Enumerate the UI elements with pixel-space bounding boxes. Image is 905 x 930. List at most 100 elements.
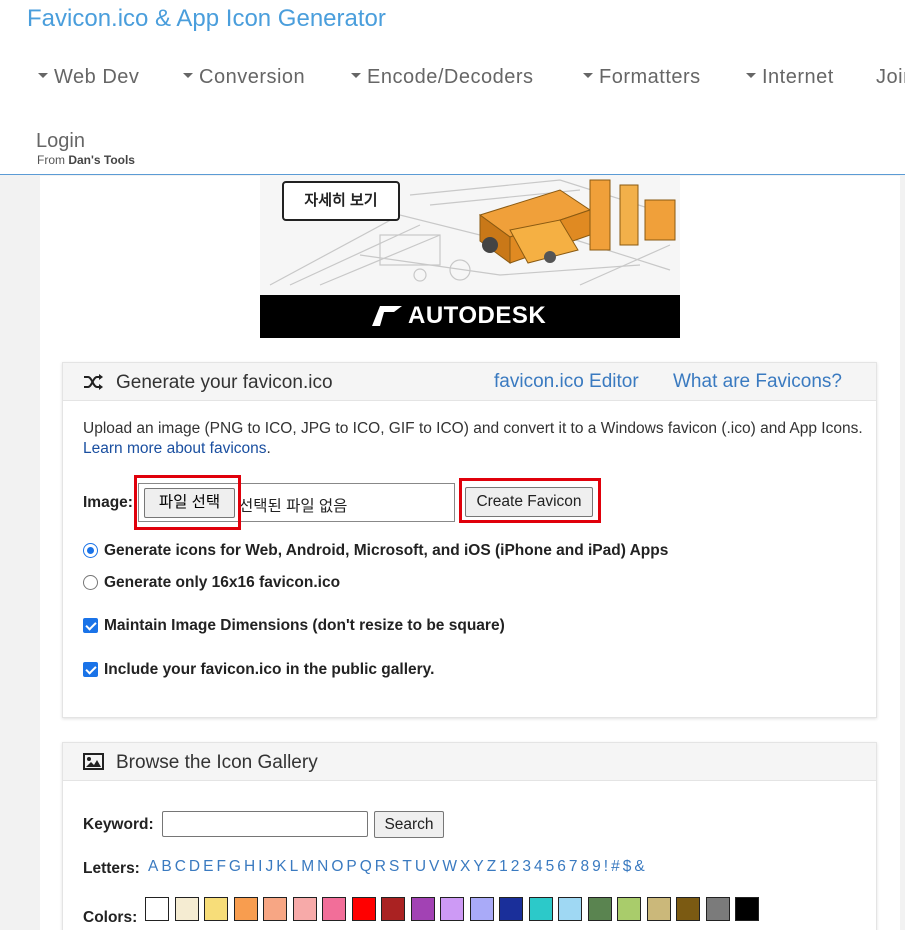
ad-cta-button[interactable]: 자세히 보기 [282, 181, 400, 221]
color-swatch[interactable] [174, 897, 199, 921]
letter-link[interactable]: K [276, 858, 286, 875]
letter-link[interactable]: G [229, 858, 241, 875]
radio-16x16-only[interactable] [83, 575, 98, 590]
file-status-text: 선택된 파일 없음 [239, 498, 348, 515]
nav-label: Formatters [599, 66, 701, 88]
radio-all-icons[interactable] [83, 543, 98, 558]
site-title[interactable]: Favicon.ico & App Icon Generator [27, 5, 386, 33]
from-brand[interactable]: Dan's Tools [68, 153, 135, 167]
nav-internet[interactable]: Internet [746, 66, 834, 89]
letter-link[interactable]: & [634, 858, 644, 875]
keyword-input[interactable] [162, 811, 368, 837]
keyword-label: Keyword: [83, 816, 154, 833]
letter-link[interactable]: ! [604, 858, 608, 875]
generate-panel-header: Generate your favicon.ico favicon.ico Ed… [63, 363, 876, 401]
favicon-editor-link[interactable]: favicon.ico Editor [494, 371, 639, 393]
nav-web-dev[interactable]: Web Dev [38, 66, 139, 89]
color-swatch[interactable] [676, 897, 700, 921]
choose-file-button[interactable]: 파일 선택 [144, 488, 235, 518]
color-swatch[interactable] [617, 897, 641, 921]
letter-link[interactable]: O [331, 858, 343, 875]
color-swatch[interactable] [145, 897, 169, 921]
letter-link[interactable]: Q [360, 858, 372, 875]
letter-link[interactable]: X [460, 858, 470, 875]
learn-more-link[interactable]: Learn more about favicons [83, 440, 267, 457]
description-text: Upload an image (PNG to ICO, JPG to ICO,… [83, 420, 863, 437]
search-button[interactable]: Search [374, 811, 444, 838]
color-swatch[interactable] [263, 897, 287, 921]
letter-link[interactable]: A [148, 858, 158, 875]
color-swatch[interactable] [410, 897, 435, 921]
option-label: Maintain Image Dimensions (don't resize … [104, 617, 505, 634]
letter-link[interactable]: 4 [534, 858, 543, 875]
nav-encode-decoders[interactable]: Encode/Decoders [351, 66, 533, 89]
letter-link[interactable]: U [415, 858, 426, 875]
color-swatch[interactable] [528, 897, 553, 921]
color-swatch[interactable] [233, 897, 258, 921]
color-swatch[interactable] [735, 897, 759, 921]
letter-link[interactable]: N [317, 858, 328, 875]
letter-links: A B C D E F G H I J K L M N O P Q R S T U V W X Y Z 1 2 3 4 5 6 7 8 9! # $ & [148, 858, 648, 876]
what-are-favicons-link[interactable]: What are Favicons? [673, 371, 842, 393]
from-line: From Dan's Tools [37, 153, 135, 167]
letter-link[interactable]: W [442, 858, 457, 875]
letter-link[interactable]: 9 [592, 858, 601, 875]
nav-join[interactable]: Join [876, 66, 905, 89]
ad-brand-bar: AUTODESK [260, 295, 680, 338]
letter-link[interactable]: 8 [581, 858, 590, 875]
color-swatch[interactable] [292, 897, 317, 921]
color-swatch[interactable] [440, 897, 464, 921]
autodesk-ad[interactable]: 자세히 보기 AUTODESK [260, 175, 680, 338]
color-swatch[interactable] [587, 897, 612, 921]
image-icon [83, 753, 104, 770]
color-swatch[interactable] [705, 897, 730, 921]
letter-link[interactable]: C [175, 858, 186, 875]
letter-link[interactable]: I [258, 858, 262, 875]
caret-down-icon [183, 73, 193, 79]
color-swatch[interactable] [322, 897, 346, 921]
letter-link[interactable]: V [429, 858, 439, 875]
letter-link[interactable]: Z [487, 858, 496, 875]
nav-formatters[interactable]: Formatters [583, 66, 701, 89]
letter-link[interactable]: M [301, 858, 314, 875]
nav-conversion[interactable]: Conversion [183, 66, 305, 89]
login-link[interactable]: Login [36, 130, 85, 153]
create-favicon-button[interactable]: Create Favicon [465, 487, 593, 517]
letter-link[interactable]: S [389, 858, 399, 875]
ad-brand-text: AUTODESK [408, 302, 547, 329]
checkbox-maintain-dimensions[interactable] [83, 618, 98, 633]
letter-link[interactable]: E [203, 858, 213, 875]
color-swatch[interactable] [381, 897, 405, 921]
color-swatch[interactable] [499, 897, 523, 921]
letter-link[interactable]: 7 [569, 858, 578, 875]
caret-down-icon [38, 73, 48, 79]
option-label: Generate only 16x16 favicon.ico [104, 574, 341, 591]
letter-link[interactable]: 6 [557, 858, 566, 875]
generate-panel-title: Generate your favicon.ico [116, 372, 333, 393]
letter-link[interactable]: Y [473, 858, 483, 875]
autodesk-logo-icon [372, 306, 402, 326]
gallery-panel: Browse the Icon Gallery Keyword: Search … [62, 742, 877, 930]
letter-link[interactable]: T [402, 858, 411, 875]
color-swatch[interactable] [646, 897, 671, 921]
letter-link[interactable]: J [265, 858, 273, 875]
letter-link[interactable]: D [189, 858, 200, 875]
letter-link[interactable]: P [346, 858, 356, 875]
color-swatch[interactable] [469, 897, 494, 921]
letter-link[interactable]: B [161, 858, 171, 875]
color-swatches [145, 897, 765, 923]
letter-link[interactable]: 3 [522, 858, 531, 875]
checkbox-public-gallery[interactable] [83, 662, 98, 677]
letter-link[interactable]: R [375, 858, 386, 875]
letter-link[interactable]: H [244, 858, 255, 875]
color-swatch[interactable] [204, 897, 228, 921]
letter-link[interactable]: 1 [499, 858, 508, 875]
letter-link[interactable]: F [216, 858, 225, 875]
letter-link[interactable]: L [290, 858, 299, 875]
letter-link[interactable]: 5 [546, 858, 555, 875]
color-swatch[interactable] [558, 897, 582, 921]
letter-link[interactable]: $ [623, 858, 632, 875]
letter-link[interactable]: 2 [511, 858, 520, 875]
color-swatch[interactable] [351, 897, 376, 921]
letter-link[interactable]: # [611, 858, 620, 875]
